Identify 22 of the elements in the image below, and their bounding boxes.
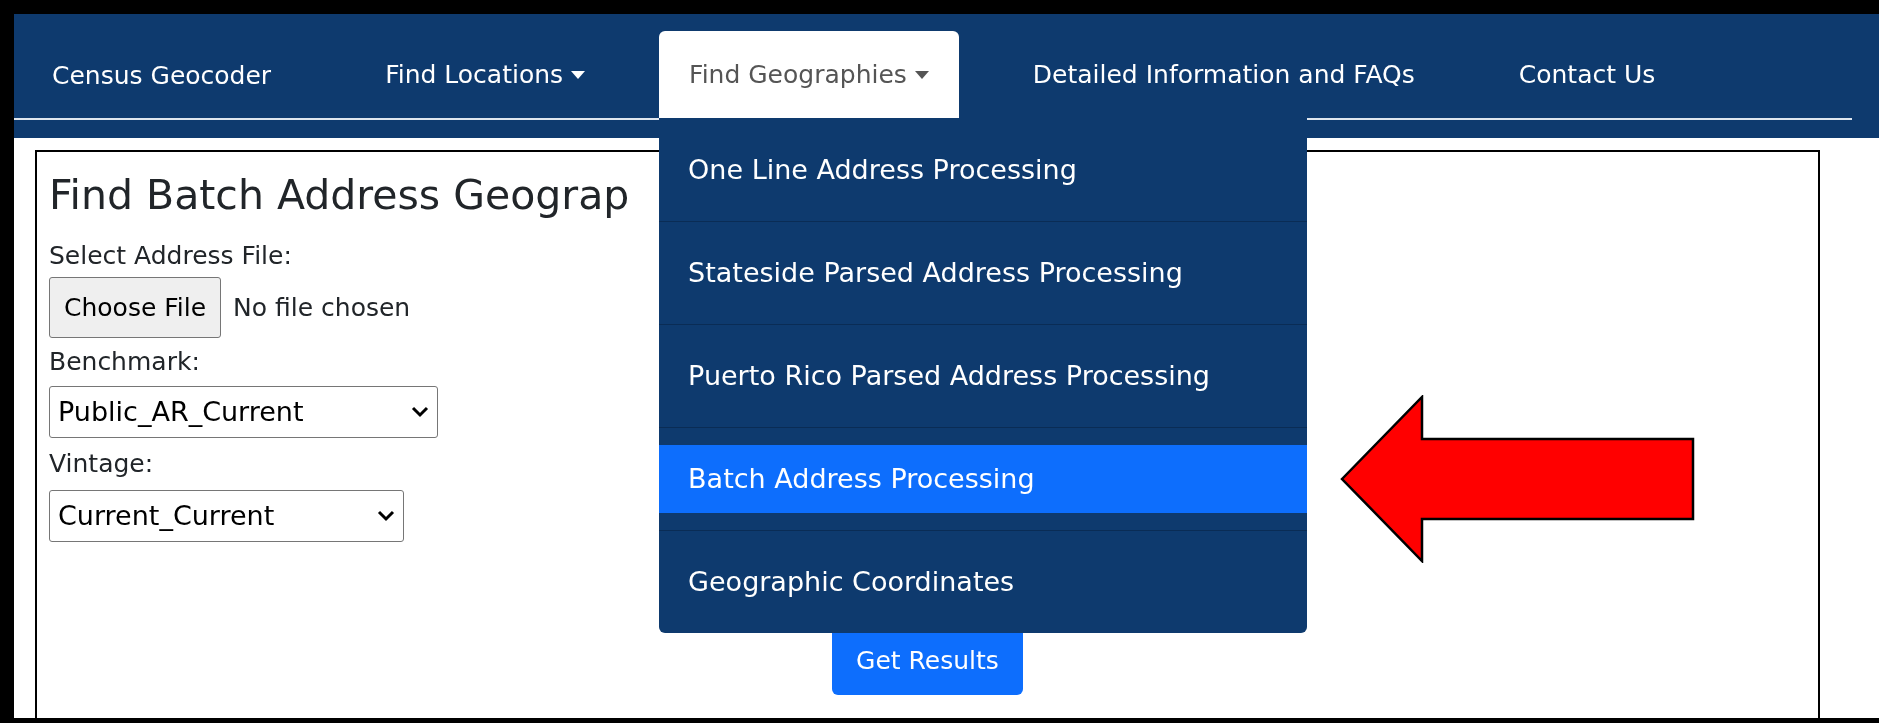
select-field[interactable]: Public_AR_Current bbox=[49, 386, 438, 439]
menu-item[interactable]: Stateside Parsed Address Processing bbox=[659, 239, 1308, 307]
caret-icon bbox=[914, 70, 929, 79]
file-status: No file chosen bbox=[233, 292, 411, 324]
menu-item[interactable]: One Line Address Processing bbox=[659, 136, 1308, 204]
field-label: Benchmark: bbox=[49, 346, 200, 379]
chevron-icon bbox=[411, 406, 429, 419]
field-label: Select Address File: bbox=[49, 240, 292, 273]
page-heading: Find Batch Address Geograp bbox=[49, 170, 630, 221]
nav-link[interactable]: Census Geocoder bbox=[52, 33, 272, 118]
nav-tab[interactable]: Find Geographies bbox=[659, 31, 959, 118]
chevron-icon bbox=[377, 510, 395, 523]
menu-item[interactable]: Puerto Rico Parsed Address Processing bbox=[659, 342, 1308, 410]
nav-tab[interactable]: Contact Us bbox=[1488, 31, 1686, 118]
caret-icon bbox=[571, 70, 586, 79]
nav-tab[interactable]: Find Locations bbox=[355, 31, 616, 118]
select-field[interactable]: Current_Current bbox=[49, 490, 404, 543]
menu-item[interactable]: Batch Address Processing bbox=[659, 445, 1308, 513]
nav-tab[interactable]: Detailed Information and FAQs bbox=[1002, 31, 1445, 118]
field-label: Vintage: bbox=[49, 448, 154, 481]
menu-item[interactable]: Geographic Coordinates bbox=[659, 548, 1308, 616]
choose-file-button[interactable]: Choose File bbox=[49, 277, 222, 339]
